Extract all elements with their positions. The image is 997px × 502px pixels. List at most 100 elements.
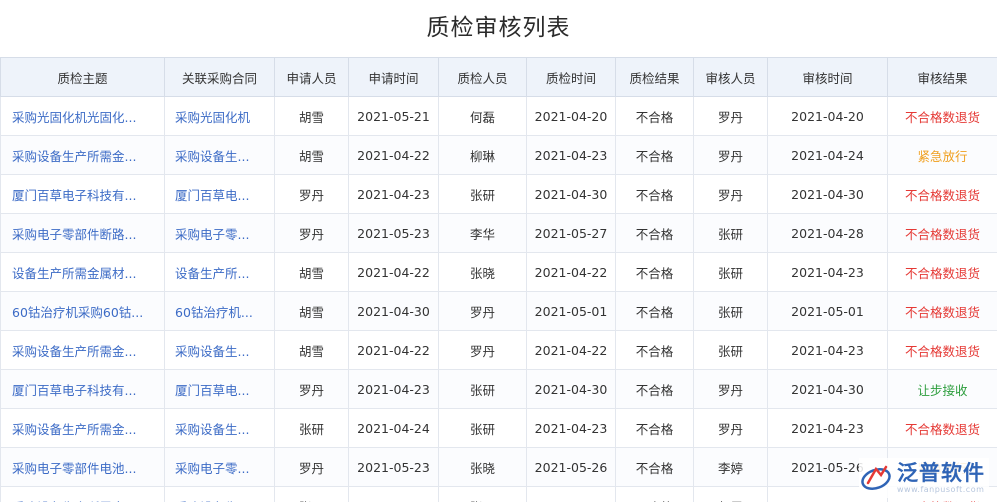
cell-applicant: 胡雪 <box>274 96 349 136</box>
cell-review-result: 不合格数退货 <box>887 252 997 292</box>
cell-topic[interactable]: 厦门百草电子科技有... <box>0 369 165 409</box>
cell-contract[interactable]: 采购设备生... <box>164 408 275 448</box>
cell-inspector: 李华 <box>438 213 527 253</box>
cell-apply-time: 2021-04-22 <box>348 135 439 175</box>
cell-inspect-time: 2021-05-26 <box>526 447 616 487</box>
table-row[interactable]: 采购设备生产所需金... 采购设备生... 胡雪 2021-04-22 柳琳 2021-0… <box>0 135 997 175</box>
watermark-url: www.fanpusoft.com <box>897 484 985 494</box>
column-header-result[interactable]: 质检结果 <box>615 57 694 97</box>
cell-topic[interactable]: 采购设备生产所需金... <box>0 135 165 175</box>
table-row[interactable]: 采购设备生产所需金...采购设备生...张研2021-04-24张研2021-0… <box>0 408 997 448</box>
cell-topic[interactable]: 采购电子零部件电池... <box>0 447 165 487</box>
cell-contract[interactable]: 厦门百草电... <box>164 174 275 214</box>
fanpu-logo-icon <box>861 465 891 490</box>
cell-topic[interactable]: 采购设备生产所需金... <box>0 330 165 370</box>
cell-applicant: 胡雪 <box>274 330 349 370</box>
cell-contract[interactable]: 采购电子零... <box>164 447 275 487</box>
cell-contract[interactable]: 厦门百草电... <box>164 369 275 409</box>
table-row[interactable]: 采购电子零部件电池... 采购电子零... 罗丹 2021-05-23 张晓 2021-0… <box>0 447 997 487</box>
cell-reviewer: 罗丹 <box>693 96 768 136</box>
watermark-brand: 泛普软件 <box>897 460 985 485</box>
page-title: 质检审核列表 <box>426 15 571 41</box>
cell-topic[interactable]: 采购设备生产所需金... <box>0 486 165 502</box>
cell-inspect-time: 2021-04-22 <box>526 252 616 292</box>
cell-inspector: 张研 <box>438 408 527 448</box>
table-row[interactable]: 设备生产所需金属材... 设备生产所... 胡雪 2021-04-22 张晓 2021-0… <box>0 252 997 292</box>
cell-apply-time: 2021-04-24 <box>348 408 439 448</box>
cell-reviewer: 李婷 <box>693 447 768 487</box>
column-header-review-time[interactable]: 审核时间 <box>767 57 888 97</box>
column-header-inspect-time[interactable]: 质检时间 <box>526 57 616 97</box>
cell-result: 不合格 <box>615 252 694 292</box>
cell-result: 不合格 <box>615 174 694 214</box>
cell-apply-time: 2021-05-23 <box>348 447 439 487</box>
cell-applicant: 胡雪 <box>274 135 349 175</box>
cell-reviewer: 罗丹 <box>693 135 768 175</box>
cell-review-result: 不合格数退货 <box>887 291 997 331</box>
cell-inspector: 张晓 <box>438 252 527 292</box>
cell-contract[interactable]: 采购光固化机 <box>164 96 275 136</box>
cell-contract[interactable]: 设备生产所... <box>164 252 275 292</box>
cell-result: 不合格 <box>615 447 694 487</box>
column-header-inspector[interactable]: 质检人员 <box>438 57 527 97</box>
column-header-review-result[interactable]: 审核结果 <box>887 57 997 97</box>
cell-topic[interactable]: 采购设备生产所需金... <box>0 408 165 448</box>
cell-result: 不合格 <box>615 96 694 136</box>
cell-inspector: 罗丹 <box>438 330 527 370</box>
cell-contract[interactable]: 采购电子零... <box>164 213 275 253</box>
cell-inspector: 张研 <box>438 369 527 409</box>
cell-reviewer: 张研 <box>693 291 768 331</box>
cell-inspect-time: 2021-04-30 <box>526 369 616 409</box>
cell-result: 不合格 <box>615 291 694 331</box>
table-row[interactable]: 采购设备生产所需金... 采购设备生... 胡雪 2021-04-22 罗丹 2021-0… <box>0 330 997 370</box>
column-header-apply-time[interactable]: 申请时间 <box>348 57 439 97</box>
cell-topic[interactable]: 采购光固化机光固化... <box>0 96 165 136</box>
cell-inspector: 何磊 <box>438 96 527 136</box>
table-row[interactable]: 采购电子零部件断路... 采购电子零... 罗丹 2021-05-23 李华 2021-0… <box>0 213 997 253</box>
column-header-applicant[interactable]: 申请人员 <box>274 57 349 97</box>
cell-apply-time: 2021-04-22 <box>348 330 439 370</box>
cell-reviewer: 张研 <box>693 252 768 292</box>
cell-contract[interactable]: 采购设备生... <box>164 135 275 175</box>
watermark: 泛普软件 www.fanpusoft.com <box>859 458 989 498</box>
column-header-contract[interactable]: 关联采购合同 <box>164 57 275 97</box>
cell-review-time: 2021-04-23 <box>767 330 888 370</box>
table-row[interactable]: 厦门百草电子科技有... 厦门百草电... 罗丹 2021-04-23 张研 2021-0… <box>0 369 997 409</box>
table-header-row: 质检主题 关联采购合同 申请人员 申请时间 质检人员 质检时间 质检结果 审核人… <box>0 57 997 97</box>
cell-contract[interactable]: 采购设备生... <box>164 330 275 370</box>
cell-review-time: 2021-05-01 <box>767 291 888 331</box>
cell-reviewer: 罗丹 <box>693 369 768 409</box>
cell-apply-time: 2021-04-24 <box>348 486 439 502</box>
cell-inspector: 张晓 <box>438 447 527 487</box>
cell-review-time: 2021-04-23 <box>767 252 888 292</box>
cell-apply-time: 2021-05-21 <box>348 96 439 136</box>
cell-inspect-time: 2021-04-20 <box>526 96 616 136</box>
cell-apply-time: 2021-04-30 <box>348 291 439 331</box>
cell-inspect-time: 2021-04-22 <box>526 330 616 370</box>
table-row[interactable]: 60钴治疗机采购60钴... 60钴治疗机... 胡雪 2021-04-30 罗丹 202… <box>0 291 997 331</box>
cell-apply-time: 2021-04-22 <box>348 252 439 292</box>
cell-contract[interactable]: 60钴治疗机... <box>164 291 275 331</box>
table-row[interactable]: 厦门百草电子科技有... 厦门百草电... 罗丹 2021-04-23 张研 2021-0… <box>0 174 997 214</box>
table-row[interactable]: 采购光固化机光固化... 采购光固化机 胡雪 2021-05-21 何磊 2021-04-… <box>0 96 997 136</box>
cell-applicant: 罗丹 <box>274 447 349 487</box>
cell-result: 不合格 <box>615 408 694 448</box>
cell-apply-time: 2021-05-23 <box>348 213 439 253</box>
cell-contract[interactable]: 采购设备生... <box>164 486 275 502</box>
cell-topic[interactable]: 厦门百草电子科技有... <box>0 174 165 214</box>
cell-inspect-time: 2021-04-23 <box>526 135 616 175</box>
cell-apply-time: 2021-04-23 <box>348 174 439 214</box>
cell-topic[interactable]: 采购电子零部件断路... <box>0 213 165 253</box>
cell-review-time: 2021-04-28 <box>767 213 888 253</box>
cell-review-result: 不合格数退货 <box>887 174 997 214</box>
column-header-reviewer[interactable]: 审核人员 <box>693 57 768 97</box>
cell-topic[interactable]: 60钴治疗机采购60钴... <box>0 291 165 331</box>
cell-review-result: 不合格数退货 <box>887 330 997 370</box>
cell-review-result: 让步接收 <box>887 369 997 409</box>
cell-topic[interactable]: 设备生产所需金属材... <box>0 252 165 292</box>
table-row[interactable]: 采购设备生产所需金...采购设备生...张研2021-04-24张研2021-0… <box>0 486 997 502</box>
cell-inspector: 罗丹 <box>438 291 527 331</box>
column-header-topic[interactable]: 质检主题 <box>0 57 165 97</box>
table-body: 采购光固化机光固化... 采购光固化机 胡雪 2021-05-21 何磊 2021-04-… <box>0 96 997 502</box>
cell-review-time: 2021-04-23 <box>767 408 888 448</box>
